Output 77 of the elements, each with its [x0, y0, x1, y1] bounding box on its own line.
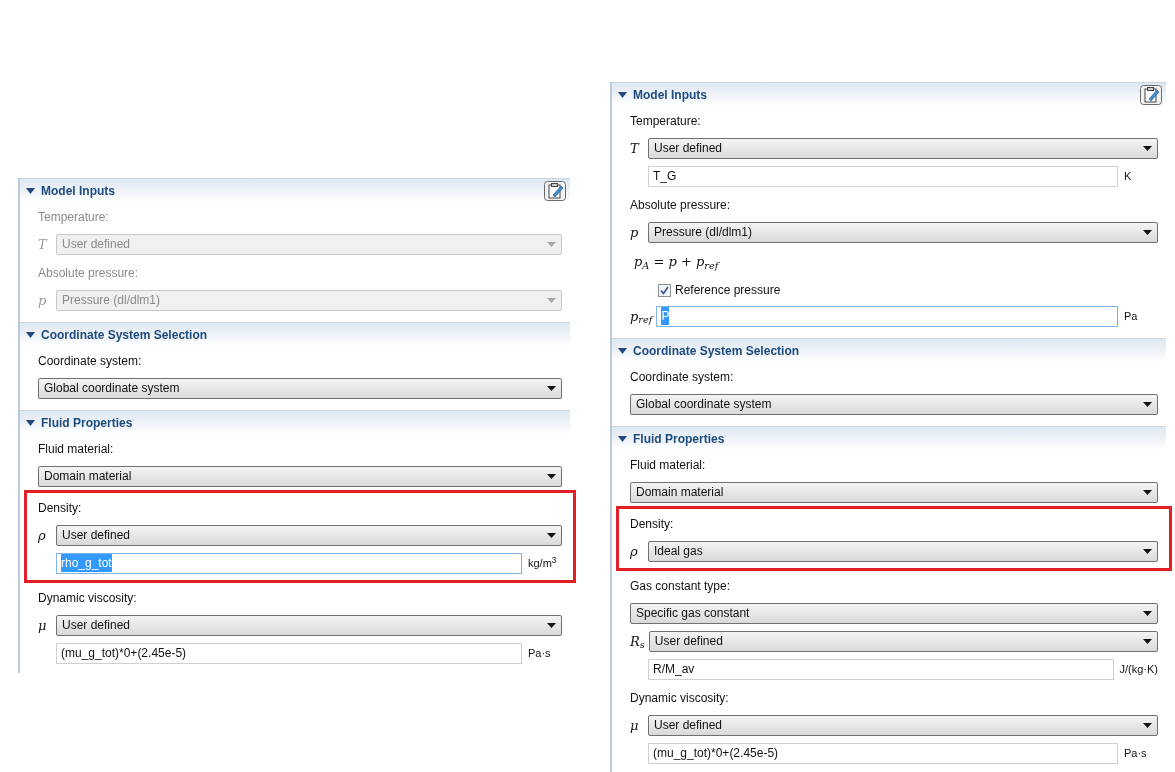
input-field[interactable]: (mu_g_tot)*0+(2.45e-5) — [648, 742, 1118, 764]
dropdown[interactable]: Global coordinate system — [630, 393, 1158, 415]
symbol-label: ρ — [630, 544, 639, 558]
collapse-triangle-icon — [26, 331, 35, 338]
input-field[interactable]: (mu_g_tot)*0+(2.45e-5) — [56, 642, 522, 664]
symbol-label: ρ — [38, 528, 47, 542]
dropdown[interactable]: User defined — [648, 630, 1158, 652]
unit-label: Pa·s — [1123, 745, 1148, 761]
field-label: Dynamic viscosity: — [630, 690, 729, 707]
section-header[interactable]: Coordinate System Selection — [26, 325, 208, 344]
symbol-label: p — [38, 293, 48, 307]
dropdown[interactable]: User defined — [56, 614, 562, 636]
caret-icon — [1143, 401, 1152, 407]
collapse-triangle-icon — [618, 91, 627, 98]
collapse-triangle-icon — [26, 419, 35, 426]
edit-icon[interactable] — [544, 180, 566, 201]
caret-icon — [1143, 638, 1152, 644]
caret-icon — [1143, 229, 1152, 235]
caret-icon — [1143, 145, 1152, 151]
caret-icon — [547, 385, 556, 391]
symbol-label: p$_{ref}$ — [630, 309, 655, 323]
symbol-label: p — [630, 225, 640, 239]
caret-icon — [1143, 489, 1152, 495]
unit-label: Pa·s — [527, 645, 552, 661]
caret-icon — [1143, 548, 1152, 554]
dropdown[interactable]: User defined — [648, 714, 1158, 736]
caret-icon — [1143, 722, 1152, 728]
caret-icon — [547, 241, 556, 247]
field-label: Temperature: — [630, 113, 701, 130]
field-label: Fluid material: — [630, 457, 706, 474]
field-label: Temperature: — [38, 209, 109, 226]
unit-label: K — [1123, 168, 1133, 184]
field-label: Density: — [630, 516, 674, 533]
field-label: Fluid material: — [38, 441, 114, 458]
input-field[interactable]: T_G — [648, 165, 1118, 187]
input-field[interactable]: R/M_av — [648, 658, 1114, 680]
dropdown[interactable]: Domain material — [38, 465, 562, 487]
section-header[interactable]: Model Inputs — [618, 85, 707, 104]
equation: p$_{A}$ = p + p$_{ref}$ — [634, 253, 719, 272]
collapse-triangle-icon — [618, 347, 627, 354]
field-label: Absolute pressure: — [630, 197, 731, 214]
symbol-label: R$_{s}$ — [630, 634, 646, 648]
dropdown[interactable]: Domain material — [630, 481, 1158, 503]
caret-icon — [547, 297, 556, 303]
section-header[interactable]: Model Inputs — [26, 181, 115, 200]
checkmark-icon — [660, 285, 669, 295]
field-label: Density: — [38, 500, 82, 517]
dropdown[interactable]: Global coordinate system — [38, 377, 562, 399]
dropdown[interactable]: Ideal gas — [648, 540, 1158, 562]
symbol-label: T — [630, 141, 641, 155]
dropdown[interactable]: User defined — [56, 524, 562, 546]
caret-icon — [547, 473, 556, 479]
section-header[interactable]: Fluid Properties — [618, 429, 725, 448]
dropdown[interactable]: Specific gas constant — [630, 602, 1158, 624]
unit-label: kg/m$^{3}$ — [527, 554, 558, 571]
collapse-triangle-icon — [618, 435, 627, 442]
unit-label: Pa — [1123, 308, 1139, 324]
unit-label: J/(kg·K) — [1118, 661, 1158, 677]
dropdown[interactable]: User defined — [648, 137, 1158, 159]
field-label: Coordinate system: — [38, 353, 142, 370]
edit-icon[interactable] — [1140, 84, 1162, 105]
section-header[interactable]: Fluid Properties — [26, 413, 133, 432]
caret-icon — [547, 532, 556, 538]
checkbox-label: Reference pressure — [675, 282, 781, 299]
section-header[interactable]: Coordinate System Selection — [618, 341, 800, 360]
symbol-label: μ — [38, 618, 48, 632]
field-label: Coordinate system: — [630, 369, 734, 386]
dropdown[interactable]: Pressure (dl/dlm1) — [648, 221, 1158, 243]
symbol-label: T — [38, 237, 49, 251]
checkbox[interactable] — [658, 283, 671, 297]
symbol-label: μ — [630, 718, 640, 732]
caret-icon — [1143, 610, 1152, 616]
field-label: Absolute pressure: — [38, 265, 139, 282]
field-label: Dynamic viscosity: — [38, 590, 137, 607]
caret-icon — [547, 622, 556, 628]
field-label: Gas constant type: — [630, 578, 731, 595]
collapse-triangle-icon — [26, 187, 35, 194]
